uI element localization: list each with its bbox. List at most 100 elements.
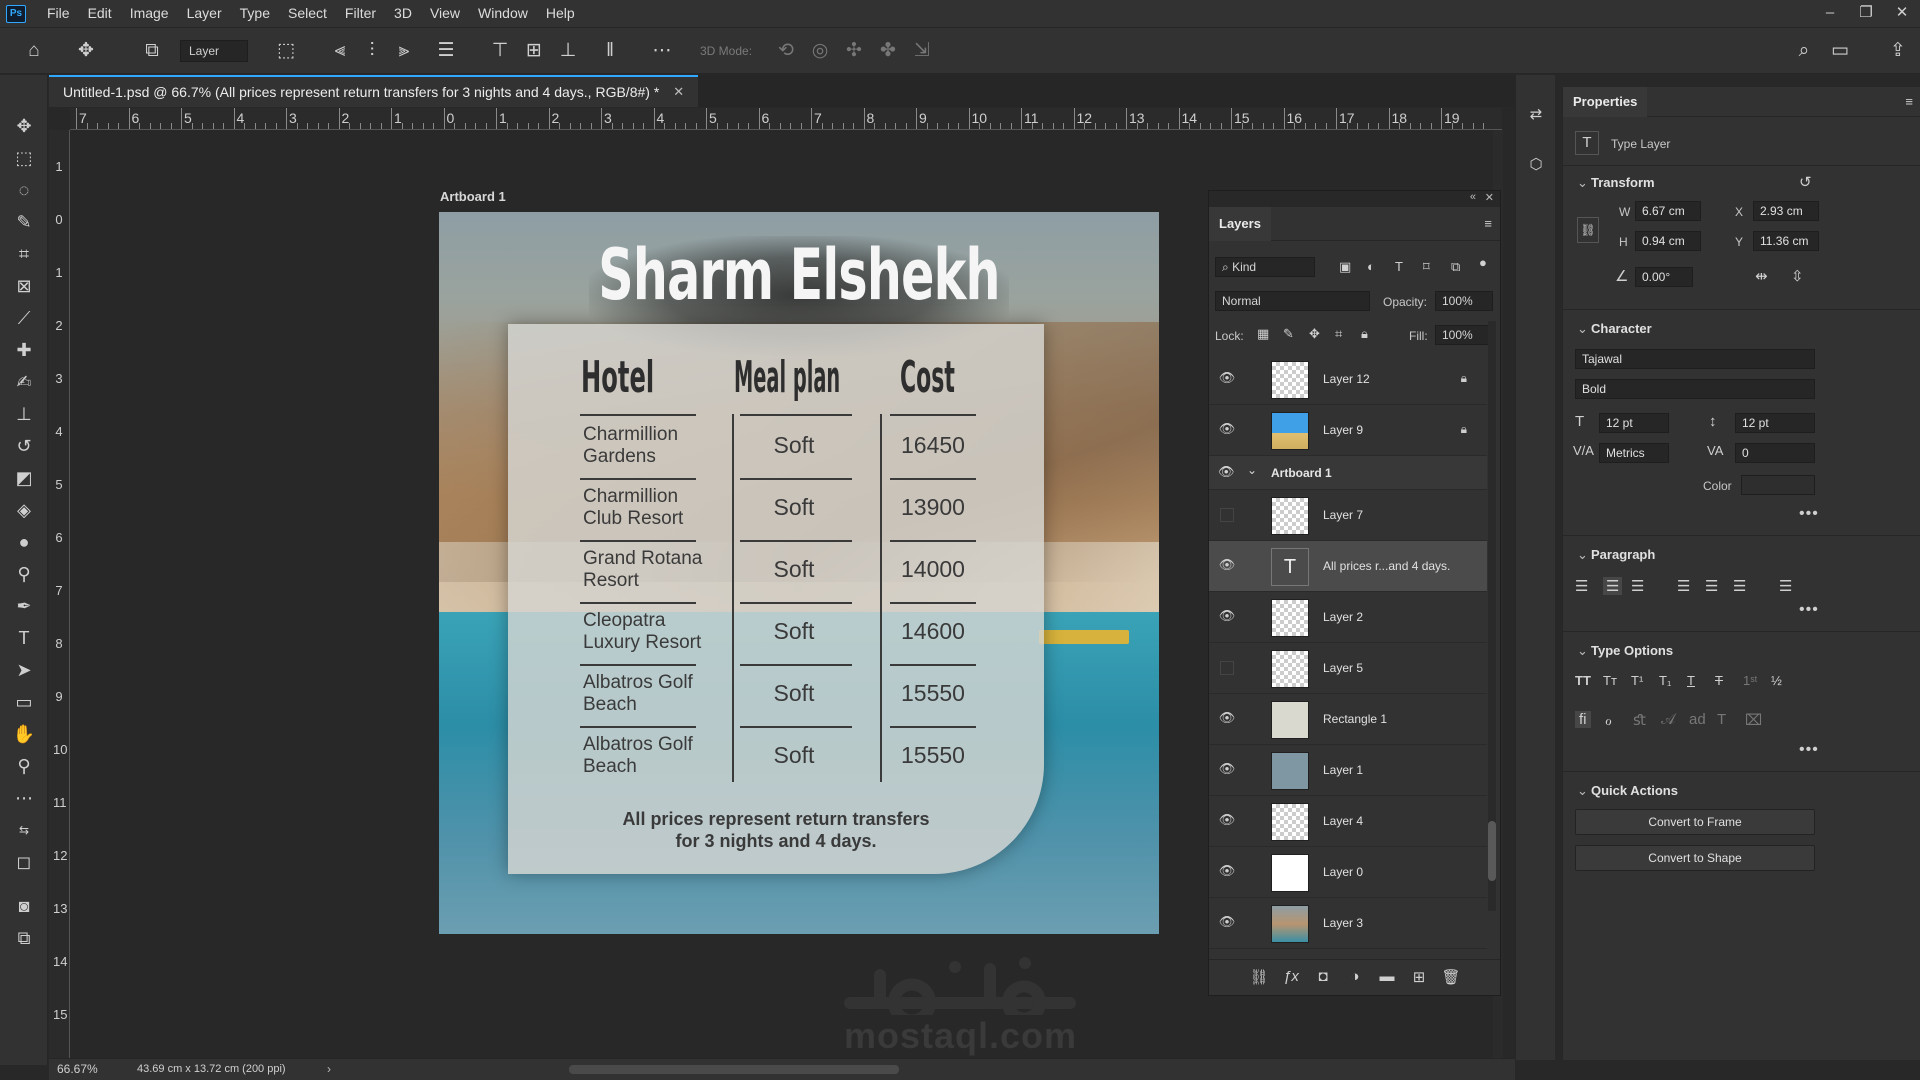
layers-scrollbar[interactable] bbox=[1488, 321, 1496, 911]
visibility-eye-icon[interactable]: 👁︎ bbox=[1218, 557, 1236, 575]
more-options-icon[interactable]: ⋯ bbox=[650, 39, 674, 63]
convert-to-shape-button[interactable]: Convert to Shape bbox=[1575, 845, 1815, 871]
more-character-icon[interactable]: ••• bbox=[1799, 505, 1819, 523]
artboard[interactable]: Sharm Elshekh Hotel Meal plan Cost Charm… bbox=[439, 212, 1159, 934]
underline-icon[interactable]: T bbox=[1687, 673, 1695, 688]
titling-alternates-icon[interactable]: T bbox=[1717, 711, 1726, 728]
history-panel-icon[interactable]: ⇄ bbox=[1524, 105, 1548, 123]
panel-menu-icon[interactable]: ≡ bbox=[1484, 216, 1492, 231]
rectangle-tool-icon[interactable]: ▭ bbox=[10, 689, 38, 715]
menu-edit[interactable]: Edit bbox=[79, 0, 121, 27]
ligatures-icon[interactable]: ﬁ bbox=[1575, 711, 1591, 728]
filter-smart-object-icon[interactable]: ⧉ bbox=[1451, 259, 1460, 275]
move-tool-icon[interactable]: ✥ bbox=[74, 39, 98, 63]
transform-controls-icon[interactable]: ⬚ bbox=[274, 39, 298, 63]
swash-icon[interactable]: 𝒜 bbox=[1661, 711, 1675, 728]
opacity-input[interactable]: 100% bbox=[1435, 291, 1493, 311]
color-swatches-icon[interactable]: ◻ bbox=[10, 849, 38, 875]
x-input[interactable]: 2.93 cm bbox=[1753, 201, 1819, 221]
history-brush-icon[interactable]: ↺ bbox=[10, 433, 38, 459]
visibility-eye-icon[interactable]: 👁︎ bbox=[1218, 761, 1236, 779]
discretionary-ligatures-icon[interactable]: ﬆ bbox=[1633, 711, 1646, 729]
3d-scale-icon[interactable]: ⇲ bbox=[910, 39, 934, 63]
menu-window[interactable]: Window bbox=[469, 0, 537, 27]
artboard-label[interactable]: Artboard 1 bbox=[440, 189, 506, 204]
home-icon[interactable]: ⌂ bbox=[22, 39, 46, 63]
crop-tool-icon[interactable]: ⌗ bbox=[10, 241, 38, 267]
restore-button[interactable]: ❐ bbox=[1848, 0, 1884, 27]
small-caps-icon[interactable]: Tт bbox=[1603, 673, 1617, 688]
width-input[interactable]: 6.67 cm bbox=[1635, 201, 1701, 221]
canvas-horizontal-scrollbar[interactable] bbox=[569, 1065, 899, 1074]
quick-select-tool-icon[interactable]: ✎ bbox=[10, 209, 38, 235]
subscript-icon[interactable]: T₁ bbox=[1659, 673, 1671, 688]
eyedropper-tool-icon[interactable]: ⟋ bbox=[10, 305, 38, 331]
align-top-icon[interactable]: ⊤ bbox=[488, 39, 512, 63]
close-panel-icon[interactable]: ✕ bbox=[1485, 191, 1494, 204]
menu-help[interactable]: Help bbox=[537, 0, 584, 27]
align-bottom-icon[interactable]: ⊥ bbox=[556, 39, 580, 63]
leading-input[interactable]: 12 pt bbox=[1735, 413, 1815, 433]
layer-row[interactable]: 👁︎ Layer 12 🔒︎ bbox=[1209, 354, 1487, 405]
layer-row[interactable]: 👁︎ Layer 0 bbox=[1209, 847, 1487, 898]
zoom-tool-icon[interactable]: ⚲ bbox=[10, 753, 38, 779]
lock-pixels-icon[interactable]: ✎ bbox=[1283, 326, 1294, 342]
filter-type-icon[interactable]: T bbox=[1395, 259, 1403, 274]
align-text-center-icon[interactable]: ☰ bbox=[1603, 577, 1623, 595]
y-input[interactable]: 11.36 cm bbox=[1753, 231, 1819, 251]
layer-row[interactable]: 👁︎ T All prices r...and 4 days. bbox=[1209, 541, 1487, 592]
distribute-vertical-icon[interactable]: ‖ bbox=[598, 39, 622, 63]
link-layers-icon[interactable]: ⛓ bbox=[1249, 968, 1269, 986]
lock-all-icon[interactable]: 🔒︎ bbox=[1361, 326, 1368, 342]
hand-tool-icon[interactable]: ✋ bbox=[10, 721, 38, 747]
frame-tool-icon[interactable]: ⊠ bbox=[10, 273, 38, 299]
menu-type[interactable]: Type bbox=[231, 0, 279, 27]
eraser-tool-icon[interactable]: ◩ bbox=[10, 465, 38, 491]
justify-center-icon[interactable]: ☰ bbox=[1705, 577, 1718, 595]
ornaments-icon[interactable]: ⌧ bbox=[1745, 711, 1762, 729]
flip-horizontal-icon[interactable]: ⇹ bbox=[1755, 267, 1768, 285]
justify-right-icon[interactable]: ☰ bbox=[1733, 577, 1746, 595]
zoom-readout[interactable]: 66.67% bbox=[57, 1062, 98, 1076]
justify-left-icon[interactable]: ☰ bbox=[1677, 577, 1690, 595]
menu-image[interactable]: Image bbox=[121, 0, 178, 27]
align-text-right-icon[interactable]: ☰ bbox=[1631, 577, 1644, 595]
align-right-icon[interactable]: ⫸ bbox=[392, 39, 416, 63]
paint-bucket-icon[interactable]: ◈ bbox=[10, 497, 38, 523]
distribute-icon[interactable]: ☰ bbox=[434, 39, 458, 63]
share-icon[interactable]: ⇪ bbox=[1886, 39, 1910, 63]
layer-row[interactable]: 👁︎ Layer 1 bbox=[1209, 745, 1487, 796]
auto-select-target-select[interactable]: Layer bbox=[180, 40, 248, 62]
layer-row[interactable]: Layer 5 bbox=[1209, 643, 1487, 694]
layers-scrollbar-thumb[interactable] bbox=[1488, 821, 1496, 881]
type-options-section-title[interactable]: ⌄ Type Options bbox=[1577, 643, 1673, 659]
menu-file[interactable]: File bbox=[38, 0, 79, 27]
tracking-select[interactable]: 0 bbox=[1735, 443, 1815, 463]
layer-row[interactable]: 👁︎ Layer 3 bbox=[1209, 898, 1487, 949]
visibility-eye-icon[interactable]: 👁︎ bbox=[1218, 710, 1236, 728]
3d-roll-icon[interactable]: ◎ bbox=[808, 39, 832, 63]
align-center-icon[interactable]: ⫶ bbox=[360, 39, 384, 63]
filter-kind-select[interactable]: ⌕ Kind bbox=[1215, 257, 1315, 277]
transform-section-title[interactable]: ⌄ Transform bbox=[1577, 175, 1655, 191]
link-dimensions-icon[interactable]: ⛓ bbox=[1577, 217, 1599, 243]
quick-actions-section-title[interactable]: ⌄ Quick Actions bbox=[1577, 783, 1678, 799]
minimize-button[interactable]: – bbox=[1812, 0, 1848, 27]
visibility-eye-icon[interactable]: 👁︎ bbox=[1218, 421, 1236, 439]
brush-tool-icon[interactable]: ✍ bbox=[10, 369, 38, 395]
visibility-eye-icon[interactable] bbox=[1220, 661, 1234, 675]
filter-adjustment-icon[interactable]: ◐ bbox=[1367, 259, 1375, 274]
dodge-tool-icon[interactable]: ⚲ bbox=[10, 561, 38, 587]
group-expand-icon[interactable]: ⌄ bbox=[1247, 463, 1257, 477]
collapse-panel-icon[interactable]: « bbox=[1470, 191, 1476, 203]
character-section-title[interactable]: ⌄ Character bbox=[1577, 321, 1652, 337]
visibility-eye-icon[interactable]: 👁︎ bbox=[1218, 370, 1236, 388]
delete-layer-icon[interactable]: 🗑︎ bbox=[1441, 968, 1461, 986]
layer-group-row[interactable]: 👁︎ ⌄ Artboard 1 bbox=[1209, 456, 1487, 490]
new-group-icon[interactable]: ▬ bbox=[1377, 968, 1397, 985]
all-caps-icon[interactable]: TT bbox=[1575, 673, 1591, 688]
close-tab-icon[interactable]: ✕ bbox=[673, 84, 684, 100]
adjustment-layer-icon[interactable]: ◑ bbox=[1345, 968, 1365, 985]
convert-to-frame-button[interactable]: Convert to Frame bbox=[1575, 809, 1815, 835]
kerning-select[interactable]: Metrics bbox=[1599, 443, 1669, 463]
